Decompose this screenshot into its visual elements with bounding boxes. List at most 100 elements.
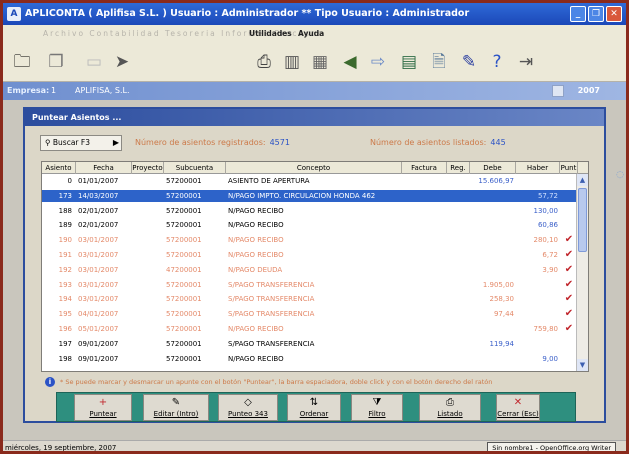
chart-icon[interactable]: ▥ xyxy=(279,49,305,75)
table-row[interactable]: 195 04/01/2007 57200001 S/PAGO TRANSFERENCI… xyxy=(42,308,578,321)
cell-reg xyxy=(447,279,470,292)
restore-icon[interactable]: ❐ xyxy=(588,6,604,22)
calculator-icon[interactable]: ▦ xyxy=(307,49,333,75)
cell-factura xyxy=(402,190,447,203)
col-factura[interactable]: Factura xyxy=(402,162,447,174)
cell-debe: 97,44 xyxy=(493,310,514,319)
col-debe[interactable]: Debe xyxy=(470,162,516,174)
menu-utilidades[interactable]: Utilidades xyxy=(249,25,292,42)
cell-asiento: 191 xyxy=(58,251,72,259)
table-row[interactable]: 0 01/01/2007 57200001 ASIENTO DE APERTURA 15… xyxy=(42,175,578,188)
table-row[interactable]: 196 05/01/2007 57200001 N/PAGO RECIBO 759,80… xyxy=(42,323,578,336)
cell-haber: 60,86 xyxy=(537,221,558,230)
cell-haber: 280,10 xyxy=(533,236,559,245)
close-window-icon[interactable]: ✕ xyxy=(606,6,622,22)
chevron-right-icon[interactable]: ▶ xyxy=(113,136,119,150)
cell-haber: 9,00 xyxy=(542,354,558,363)
editar-intro-button[interactable]: ✎ Editar (Intro) xyxy=(143,394,209,421)
col-subcuenta[interactable]: Subcuenta xyxy=(164,162,226,174)
minimize-icon[interactable]: _ xyxy=(570,6,586,22)
status-bar: miércoles, 19 septiembre, 2007 Sin nombr… xyxy=(3,440,626,452)
company-number: 1 xyxy=(51,86,57,95)
cell-proyecto xyxy=(132,264,164,277)
cell-concepto: S/PAGO TRANSFERENCIA xyxy=(228,339,315,348)
listado-button[interactable]: ⎙ Listado xyxy=(419,394,481,421)
cell-subcuenta: 57200001 xyxy=(166,325,202,333)
cell-concepto: ASIENTO DE APERTURA xyxy=(228,177,310,185)
table-row[interactable]: 173 14/03/2007 57200001 N/PAGO IMPTO. CIRCU… xyxy=(42,189,578,203)
cell-asiento: 192 xyxy=(58,265,72,274)
document2-icon[interactable]: 🗎 xyxy=(426,49,452,75)
cell-fecha: 05/01/2007 xyxy=(78,325,119,333)
cell-subcuenta: 57200001 xyxy=(166,191,202,200)
taskbar-item[interactable]: Sin nombre1 - OpenOffice.org Writer xyxy=(487,442,616,451)
col-asiento[interactable]: Asiento xyxy=(42,162,76,174)
search-button-label: Buscar F3 xyxy=(52,138,90,147)
menu-ayuda[interactable]: Ayuda xyxy=(298,25,324,42)
table-row[interactable]: 191 03/01/2007 57200001 N/PAGO RECIBO 6,72 ✔ xyxy=(42,249,578,262)
cell-subcuenta: 57200001 xyxy=(166,354,202,363)
col-punt[interactable]: Punt xyxy=(560,162,578,174)
table-row[interactable]: 189 02/01/2007 57200001 N/PAGO RECIBO 60,86 xyxy=(42,219,578,232)
cell-concepto: N/PAGO RECIBO xyxy=(228,236,284,245)
cell-fecha: 02/01/2007 xyxy=(78,206,119,215)
cell-asiento: 197 xyxy=(58,339,72,348)
col-haber[interactable]: Haber xyxy=(516,162,560,174)
cell-factura xyxy=(402,234,447,247)
col-concepto[interactable]: Concepto xyxy=(226,162,402,174)
table-row[interactable]: 198 09/01/2007 57200001 N/PAGO RECIBO 9,00 xyxy=(42,353,578,366)
document-icon[interactable]: ▭ xyxy=(81,49,107,75)
cerrar-esc-button[interactable]: ✕ Cerrar (Esc) xyxy=(496,394,540,421)
ordenar-button[interactable]: ⇅ Ordenar xyxy=(287,394,341,421)
vertical-scrollbar[interactable]: ▲ ▼ xyxy=(576,174,588,371)
cell-proyecto xyxy=(132,308,164,321)
table-row[interactable]: 194 03/01/2007 57200001 S/PAGO TRANSFERENCI… xyxy=(42,293,578,306)
table-row[interactable]: 188 02/01/2007 57200001 N/PAGO RECIBO 130,00 xyxy=(42,205,578,218)
scroll-down-icon[interactable]: ▼ xyxy=(577,359,588,371)
next-icon[interactable]: ⇨ xyxy=(365,49,391,75)
share-icon[interactable]: ➤ xyxy=(109,49,135,75)
exit-icon[interactable]: ⇥ xyxy=(513,49,539,75)
open-folder-icon[interactable]: 🗀 xyxy=(9,49,35,75)
search-button[interactable]: ⚲ Buscar F3 ▶ xyxy=(40,135,122,151)
cell-haber: 6,72 xyxy=(542,251,558,259)
status-date: miércoles, 19 septiembre, 2007 xyxy=(5,444,117,452)
puntear-button[interactable]: + Puntear xyxy=(74,394,132,421)
sort-icon: ⇅ xyxy=(309,397,319,408)
cell-debe xyxy=(470,234,514,247)
table-row[interactable]: 192 03/01/2007 47200001 N/PAGO DEUDA 3,90 ✔ xyxy=(42,264,578,277)
col-proyecto[interactable]: Proyecto xyxy=(132,162,164,174)
toolbar: 🗀 ❐ ▭ ➤ ⎙ ▥ ▦ ◀ ⇨ ▤ 🗎 ✎ ? ⇥ xyxy=(3,42,626,82)
table-row[interactable]: 197 09/01/2007 57200001 S/PAGO TRANSFERENCI… xyxy=(42,338,578,351)
binoculars-icon: ⚲ xyxy=(45,138,51,147)
scroll-thumb[interactable] xyxy=(578,188,587,252)
cell-concepto: S/PAGO TRANSFERENCIA xyxy=(228,295,315,304)
calendar-icon[interactable] xyxy=(552,85,564,97)
cell-concepto: N/PAGO RECIBO xyxy=(228,221,284,230)
scroll-up-icon[interactable]: ▲ xyxy=(577,174,588,186)
table-row[interactable]: 190 03/01/2007 57200001 N/PAGO RECIBO 280,10… xyxy=(42,234,578,247)
company-name: APLIFISA, S.L. xyxy=(75,86,130,95)
punteo-343-button[interactable]: ◇ Punteo 343 xyxy=(218,394,278,421)
cell-debe xyxy=(470,353,514,366)
help-icon[interactable]: ? xyxy=(484,49,510,75)
back-icon[interactable]: ◀ xyxy=(337,49,363,75)
cell-fecha: 03/01/2007 xyxy=(78,236,119,245)
filtro-button[interactable]: ⧩ Filtro xyxy=(351,394,403,421)
col-reg[interactable]: Reg. xyxy=(447,162,470,174)
cell-asiento: 194 xyxy=(58,295,72,304)
cell-reg xyxy=(447,264,470,277)
col-fecha[interactable]: Fecha xyxy=(76,162,132,174)
cell-proyecto xyxy=(132,293,164,306)
cell-concepto: N/PAGO RECIBO xyxy=(228,325,284,333)
cell-debe xyxy=(470,219,514,232)
action-label: Punteo 343 xyxy=(228,410,268,418)
diamond-icon: ◇ xyxy=(244,397,252,408)
edit-icon[interactable]: ✎ xyxy=(456,49,482,75)
keyboard-icon[interactable]: ▤ xyxy=(396,49,422,75)
printer-icon[interactable]: ⎙ xyxy=(251,49,277,75)
cell-subcuenta: 47200001 xyxy=(166,265,202,274)
table-row[interactable]: 193 03/01/2007 57200001 S/PAGO TRANSFERENCI… xyxy=(42,279,578,292)
cell-proyecto xyxy=(132,279,164,292)
copy-icon[interactable]: ❐ xyxy=(43,49,69,75)
